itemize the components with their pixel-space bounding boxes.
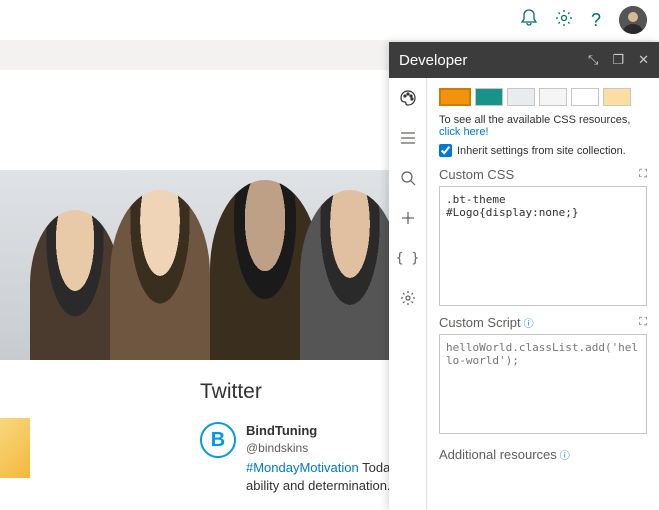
info-icon[interactable]: ⓘ bbox=[524, 319, 534, 330]
color-swatches bbox=[439, 88, 647, 106]
developer-panel-header: Developer ⤡ ❐ ✕ bbox=[389, 42, 659, 78]
swatch-gray[interactable] bbox=[539, 88, 567, 106]
tweet-hashtag[interactable]: #MondayMotivation bbox=[246, 460, 359, 475]
sidebar-image-fragment bbox=[0, 418, 30, 478]
custom-script-input[interactable] bbox=[439, 334, 647, 434]
custom-script-label-row: Custom Scriptⓘ ⛶ bbox=[439, 315, 647, 330]
developer-tab-content: To see all the available CSS resources, … bbox=[427, 78, 659, 510]
tab-settings[interactable] bbox=[389, 278, 426, 318]
inherit-checkbox-row[interactable]: Inherit settings from site collection. bbox=[439, 144, 647, 157]
swatch-teal[interactable] bbox=[475, 88, 503, 106]
developer-panel-title: Developer bbox=[399, 52, 467, 69]
expand-css-icon[interactable]: ⛶ bbox=[639, 168, 647, 181]
swatch-orange[interactable] bbox=[439, 88, 471, 106]
tweet-avatar[interactable]: B bbox=[200, 422, 236, 458]
tab-theme[interactable] bbox=[389, 78, 426, 118]
resources-link[interactable]: click here! bbox=[439, 126, 489, 138]
tab-search[interactable] bbox=[389, 158, 426, 198]
developer-panel-actions: ⤡ ❐ ✕ bbox=[588, 52, 649, 68]
tweet-text-line2: ability and determination. 🎯 bbox=[246, 478, 410, 493]
custom-script-label: Custom Script bbox=[439, 315, 521, 330]
custom-css-input[interactable] bbox=[439, 186, 647, 306]
tab-menu[interactable] bbox=[389, 118, 426, 158]
user-avatar[interactable] bbox=[619, 6, 647, 34]
resources-hint-text: To see all the available CSS resources, bbox=[439, 114, 630, 126]
tab-add[interactable] bbox=[389, 198, 426, 238]
hero-person bbox=[300, 190, 400, 360]
collapse-icon[interactable]: ⤡ bbox=[588, 52, 598, 68]
hero-person bbox=[30, 210, 120, 360]
additional-resources-label-row: Additional resourcesⓘ bbox=[439, 447, 647, 462]
close-icon[interactable]: ✕ bbox=[638, 52, 649, 68]
swatch-peach[interactable] bbox=[603, 88, 631, 106]
resources-hint: To see all the available CSS resources, … bbox=[439, 114, 647, 138]
restore-icon[interactable]: ❐ bbox=[612, 52, 624, 68]
developer-tabs: { } bbox=[389, 78, 427, 510]
settings-icon[interactable] bbox=[555, 9, 573, 32]
additional-resources-label: Additional resources bbox=[439, 447, 557, 462]
developer-panel-body: { } To see all the available CSS resourc… bbox=[389, 78, 659, 510]
developer-panel: Developer ⤡ ❐ ✕ { } bbox=[389, 42, 659, 510]
info-icon[interactable]: ⓘ bbox=[560, 451, 570, 462]
expand-script-icon[interactable]: ⛶ bbox=[639, 316, 647, 329]
inherit-checkbox[interactable] bbox=[439, 144, 452, 157]
help-icon[interactable]: ? bbox=[591, 10, 601, 31]
inherit-label: Inherit settings from site collection. bbox=[457, 145, 626, 157]
top-bar: ? bbox=[0, 0, 659, 40]
swatch-light[interactable] bbox=[507, 88, 535, 106]
custom-css-label: Custom CSS bbox=[439, 167, 514, 182]
notifications-icon[interactable] bbox=[521, 9, 537, 32]
hero-person bbox=[110, 190, 210, 360]
custom-css-label-row: Custom CSS ⛶ bbox=[439, 167, 647, 182]
tab-code[interactable]: { } bbox=[389, 238, 426, 278]
swatch-white[interactable] bbox=[571, 88, 599, 106]
